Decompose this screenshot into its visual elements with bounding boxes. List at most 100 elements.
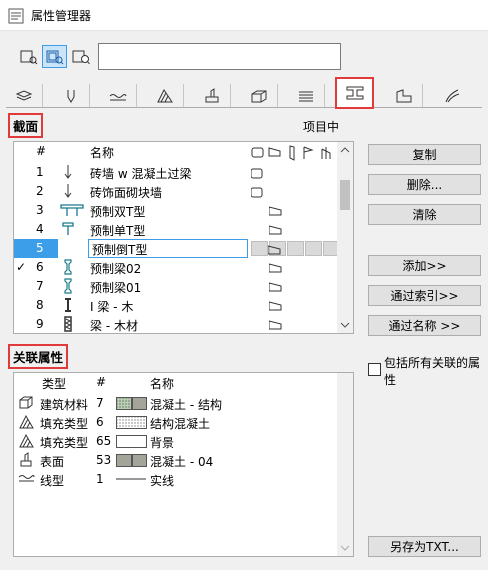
- list-item-name: 梁 - 木材: [90, 319, 138, 333]
- related-num: 7: [96, 396, 104, 410]
- list-item[interactable]: 4 预制单T型: [14, 220, 338, 239]
- scroll-down-icon[interactable]: [337, 540, 353, 556]
- rel-col-header-name[interactable]: 名称: [150, 375, 174, 392]
- duplicate-button[interactable]: 复制: [368, 144, 481, 165]
- include-all-checkbox[interactable]: [368, 363, 381, 376]
- flag-icon: [269, 225, 282, 235]
- in-project-label: 项目中: [303, 120, 340, 134]
- related-type: 线型: [40, 474, 65, 488]
- surface-icon: [20, 452, 32, 467]
- title-bar: 属性管理器: [0, 0, 488, 31]
- view-search-icon[interactable]: [68, 45, 93, 68]
- fill-types-icon[interactable]: [147, 84, 184, 107]
- list-item-num: 4: [36, 222, 44, 236]
- list-item-name: 砖饰面砌块墙: [90, 186, 163, 200]
- related-num: 6: [96, 415, 104, 429]
- by-name-button[interactable]: 通过名称 >>: [368, 315, 481, 336]
- profile-shape-icon: [64, 184, 72, 198]
- related-name: 结构混凝土: [150, 417, 211, 431]
- swatch-icon: [116, 435, 147, 448]
- window-title: 属性管理器: [31, 9, 92, 23]
- list-item[interactable]: 8 I 梁 - 木: [14, 296, 338, 315]
- building-materials-icon[interactable]: [241, 84, 278, 107]
- by-index-button[interactable]: 通过索引>>: [368, 285, 481, 306]
- list-item-name: 砖墙 w 混凝土过梁: [90, 167, 192, 181]
- related-attributes-list[interactable]: 类型 # 名称 建筑材料 7 混凝土 - 结构 填充类型 6 结构混凝土 填充类型 65 背景表…: [13, 372, 354, 557]
- list-item-num: 9: [36, 317, 44, 331]
- list-item-num: 3: [36, 203, 44, 217]
- list-scrollbar[interactable]: [337, 142, 353, 333]
- list-item[interactable]: ✓ 6 预制梁02: [14, 258, 338, 277]
- profiles-icon[interactable]: [335, 77, 374, 109]
- flag-icon: [269, 320, 282, 330]
- layers-icon[interactable]: [6, 84, 43, 107]
- line-types-icon[interactable]: [100, 84, 137, 107]
- swatch-icon: [116, 454, 147, 467]
- view-all-icon[interactable]: [16, 45, 41, 68]
- related-list-item[interactable]: 建筑材料 7 混凝土 - 结构: [14, 394, 338, 413]
- col-header-num[interactable]: #: [36, 144, 46, 161]
- zone-categories-icon[interactable]: [386, 84, 423, 107]
- related-type: 建筑材料: [40, 398, 89, 412]
- profile-shape-icon: [64, 259, 72, 275]
- list-item-num: 6: [36, 260, 44, 274]
- delete-button[interactable]: 删除...: [368, 174, 481, 195]
- list-item-name: 预制梁02: [90, 262, 142, 276]
- related-list-item[interactable]: 填充类型 65 背景: [14, 432, 338, 451]
- line-type-icon: [18, 475, 35, 482]
- scroll-up-icon[interactable]: [337, 142, 353, 158]
- related-type: 填充类型: [40, 436, 89, 450]
- search-input[interactable]: [98, 43, 341, 70]
- related-list-item[interactable]: 表面 53 混凝土 - 04: [14, 451, 338, 470]
- add-button[interactable]: 添加>>: [368, 255, 481, 276]
- list-item[interactable]: 1 砖墙 w 混凝土过梁: [14, 163, 338, 182]
- scroll-down-icon[interactable]: [337, 317, 353, 333]
- list-item[interactable]: 3 预制双T型: [14, 201, 338, 220]
- profile-shape-icon: [61, 240, 75, 255]
- fill-type-icon: [19, 414, 34, 429]
- related-list-item[interactable]: 线型 1 实线: [14, 470, 338, 489]
- related-scrollbar[interactable]: [337, 373, 353, 556]
- related-name: 混凝土 - 结构: [150, 398, 222, 412]
- list-item[interactable]: 9 梁 - 木材: [14, 315, 338, 333]
- flag-icon: [251, 168, 263, 179]
- name-edit-field[interactable]: 预制倒T型: [88, 239, 248, 258]
- related-type: 填充类型: [40, 417, 89, 431]
- flag-cell[interactable]: [251, 241, 268, 256]
- list-item-num: 8: [36, 298, 44, 312]
- rel-col-header-type[interactable]: 类型: [42, 375, 66, 392]
- flag-cell[interactable]: [305, 241, 322, 256]
- list-item-num: 2: [36, 184, 44, 198]
- related-name: 实线: [150, 474, 175, 488]
- flag-icon: [269, 282, 282, 292]
- profile-shape-icon: [64, 316, 72, 332]
- scroll-thumb[interactable]: [340, 180, 350, 210]
- view-in-use-icon[interactable]: [42, 45, 67, 68]
- related-list-item[interactable]: 填充类型 6 结构混凝土: [14, 413, 338, 432]
- flag-cell[interactable]: [287, 241, 304, 256]
- list-item[interactable]: 2 砖饰面砌块墙: [14, 182, 338, 201]
- related-type: 表面: [40, 455, 65, 469]
- flag-icon: [269, 206, 282, 216]
- list-item[interactable]: 7 预制梁01: [14, 277, 338, 296]
- flag-icon: [269, 301, 282, 311]
- profiles-list[interactable]: # 名称 1 砖墙 w 混凝土过梁 2 砖饰面砌块墙 3 预制双T型 4 预制单T型 5 预制倒T…: [13, 141, 354, 334]
- profile-shape-icon: [64, 165, 72, 179]
- list-item-num: 5: [14, 239, 58, 258]
- list-item[interactable]: 5 预制倒T型: [14, 239, 340, 258]
- rel-col-header-num[interactable]: #: [96, 375, 106, 392]
- profile-shape-icon: [65, 298, 71, 312]
- section-label-profiles: 截面: [8, 113, 44, 138]
- save-as-txt-button[interactable]: 另存为TXT...: [368, 536, 481, 557]
- line-sample: [116, 478, 146, 480]
- attribute-manager-icon: [8, 8, 24, 24]
- surfaces-icon[interactable]: [194, 84, 231, 107]
- mep-icon[interactable]: [433, 84, 470, 107]
- flag-icon: [269, 263, 282, 273]
- col-header-name[interactable]: 名称: [90, 144, 114, 161]
- composites-icon[interactable]: [288, 84, 325, 107]
- related-name: 背景: [150, 436, 175, 450]
- pens-icon[interactable]: [53, 84, 90, 107]
- list-item-name: I 梁 - 木: [90, 300, 134, 314]
- purge-button[interactable]: 清除: [368, 204, 481, 225]
